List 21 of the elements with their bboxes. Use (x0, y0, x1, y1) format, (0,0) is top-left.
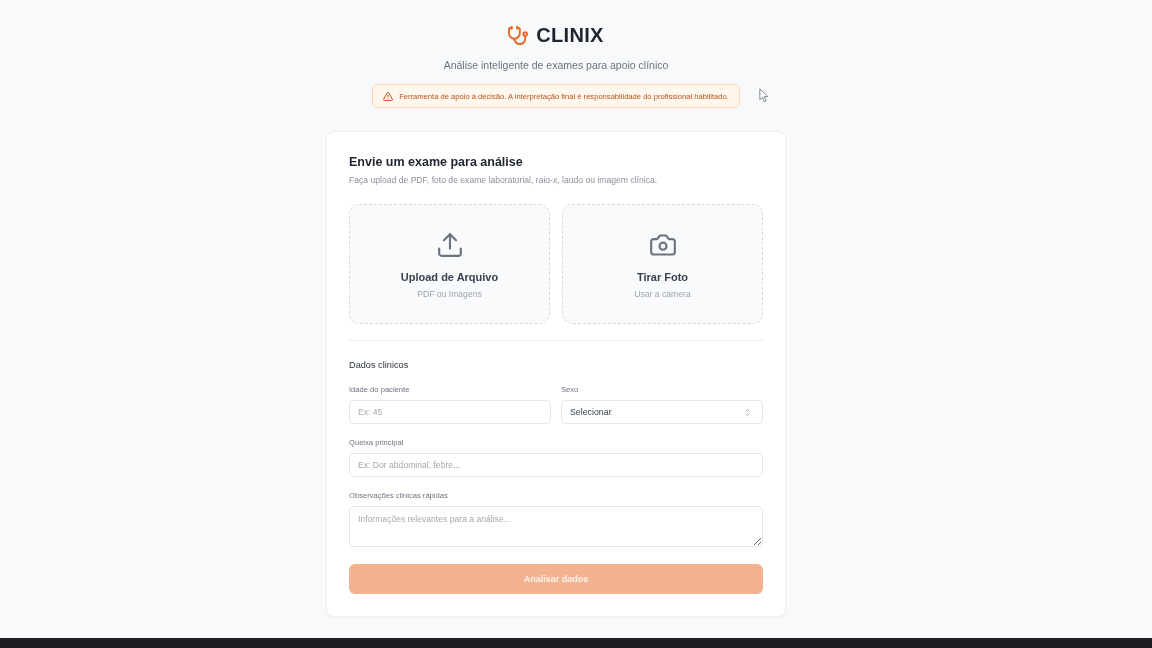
option-subtitle: PDF ou Imagens (417, 289, 482, 299)
text-input[interactable]: Ex: Dor abdominal, febre... (349, 453, 763, 477)
option-subtitle: Usar a camera (634, 289, 691, 299)
section-heading: Dados clinicos (349, 359, 410, 371)
tagline: Análise inteligente de exames para apoio clínico (443, 58, 669, 72)
camera-capture-area[interactable]: Tirar Foto Usar a camera (562, 204, 763, 324)
chevron-up-down-icon (745, 408, 750, 416)
select-field[interactable]: Selecionar (561, 400, 763, 424)
option-title: Tirar Foto (636, 271, 689, 283)
file-upload-area[interactable]: Upload de Arquivo PDF ou Imagens (349, 204, 550, 324)
stethoscope-icon (508, 25, 529, 45)
textarea-field[interactable]: Informações relevantes para a análise... (349, 506, 763, 547)
brand-name: CLINIX (536, 23, 604, 47)
card-description: Faça upload de PDF, foto de exame laboratorial, raio-x, laudo ou imagem clínica. (349, 174, 659, 186)
mouse-pointer-icon (759, 88, 769, 103)
camera-icon (649, 233, 676, 257)
warning-icon (383, 91, 394, 101)
upload-icon (436, 233, 463, 257)
card-title: Envie um exame para análise (349, 154, 524, 170)
text-input[interactable]: Ex: 45 (349, 400, 551, 424)
option-title: Upload de Arquivo (400, 271, 499, 283)
